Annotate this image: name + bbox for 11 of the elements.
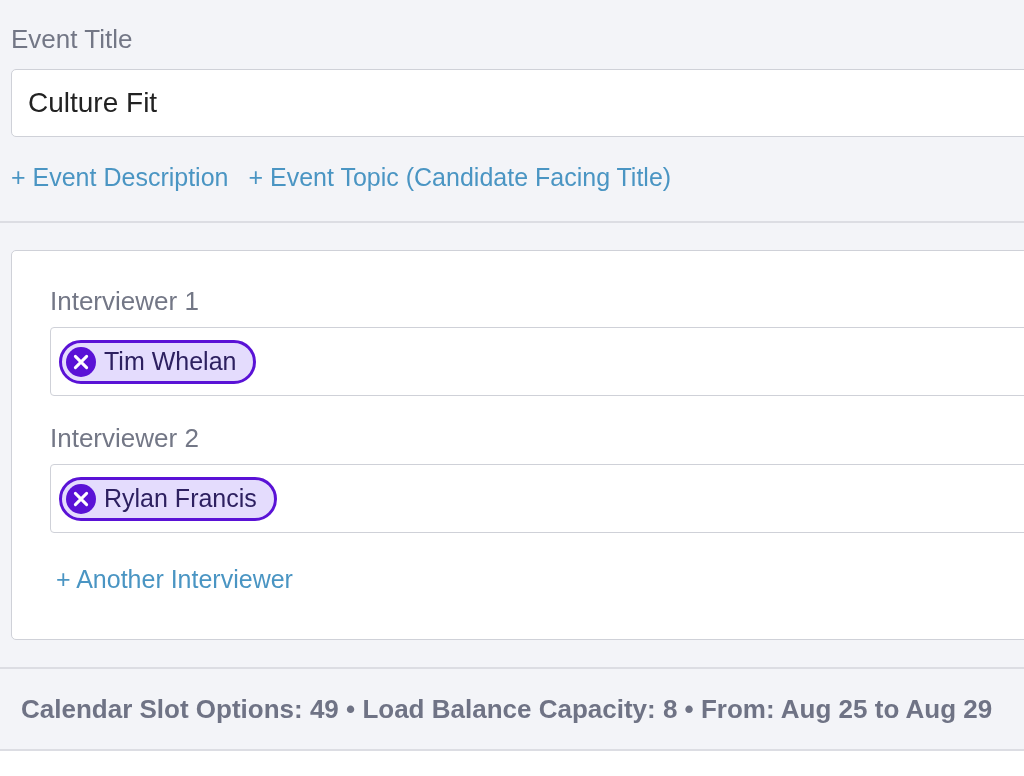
event-title-field[interactable]: Culture Fit: [11, 69, 1024, 137]
remove-icon[interactable]: [66, 483, 96, 514]
interviewer-field[interactable]: Tim Whelan: [50, 327, 1024, 396]
interviewer-name: Tim Whelan: [104, 347, 237, 376]
field-label: Interviewer 1: [50, 286, 199, 317]
remove-icon[interactable]: [66, 346, 96, 377]
interviewer-field[interactable]: Rylan Francis: [50, 464, 1024, 533]
interviewer-name: Rylan Francis: [104, 484, 257, 513]
field-label: Event Title: [11, 24, 133, 55]
field-label: Interviewer 2: [50, 423, 199, 454]
summary-text: Calendar Slot Options: 49 • Load Balance Capacity: 8 • From: Aug 25 to Aug 29: [21, 693, 993, 725]
